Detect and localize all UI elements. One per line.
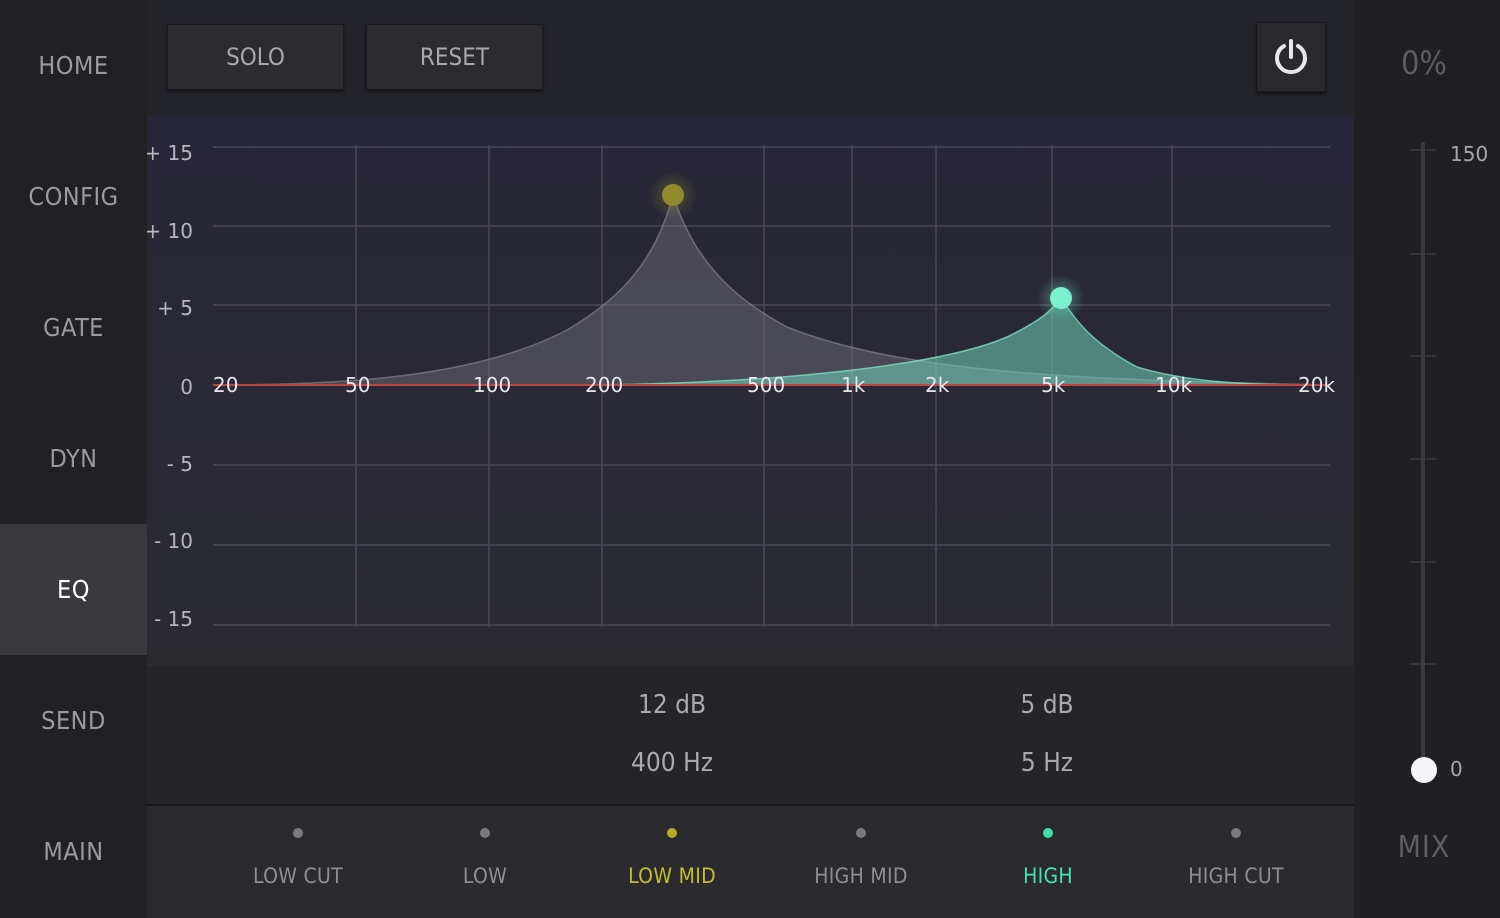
power-button[interactable] [1256,22,1326,92]
mix-slider-handle[interactable] [1411,757,1437,783]
x-label: 10k [1155,373,1192,397]
nav-item-config[interactable]: CONFIG [0,131,147,262]
band-label: HIGH MID [814,864,908,888]
band-label: HIGH [1023,864,1073,888]
nav-item-send[interactable]: SEND [0,655,147,786]
high-gain[interactable]: 5 dB [947,690,1147,720]
low-mid-frequency[interactable]: 400 Hz [572,748,772,778]
band-indicator-dot [667,828,677,838]
y-label: + 15 [147,141,193,165]
toolbar: SOLO RESET [147,0,1354,115]
mix-label: MIX [1397,830,1451,865]
band-low[interactable]: LOW [405,828,565,888]
x-label: 100 [473,373,511,397]
band-high-cut[interactable]: HIGH CUT [1156,828,1316,888]
x-label: 1k [841,373,866,397]
band-label: LOW MID [628,864,716,888]
solo-button-label: SOLO [226,43,285,71]
nav-item-label: EQ [57,575,90,604]
band-low-cut[interactable]: LOW CUT [218,828,378,888]
band-label: LOW [462,864,508,888]
band-high-mid[interactable]: HIGH MID [781,828,941,888]
x-label: 20 [213,373,238,397]
side-nav: HOME CONFIG GATE DYN EQ SEND MAIN [0,0,147,918]
eq-graph[interactable]: + 15 + 10 + 5 0 - 5 - 10 - 15 20 50 100 … [147,115,1354,666]
x-label: 5k [1041,373,1066,397]
y-label: + 5 [157,296,193,320]
nav-item-main[interactable]: MAIN [0,786,147,917]
y-label: - 5 [167,452,193,476]
power-icon [1275,39,1307,75]
nav-item-dyn[interactable]: DYN [0,393,147,524]
nav-item-eq[interactable]: EQ [0,524,147,655]
nav-item-label: CONFIG [28,182,119,211]
band-readouts: 12 dB 400 Hz 5 dB 5 Hz [147,666,1354,804]
nav-item-gate[interactable]: GATE [0,262,147,393]
x-label: 2k [925,373,950,397]
reset-button-label: RESET [419,43,490,71]
mix-scale-min: 0 [1450,757,1463,781]
band-indicator-dot [1043,828,1053,838]
x-label: 200 [585,373,623,397]
y-axis-labels: + 15 + 10 + 5 0 - 5 - 10 - 15 [147,141,193,631]
mix-panel: 0% 150 0 MIX [1354,0,1500,918]
mix-slider[interactable]: 150 0 [1354,0,1500,918]
band-indicator-dot [293,828,303,838]
band-indicator-dot [856,828,866,838]
x-label: 20k [1298,373,1335,397]
x-label: 50 [345,373,370,397]
band-indicator-dot [480,828,490,838]
band-high[interactable]: HIGH [968,828,1128,888]
high-handle[interactable] [1050,287,1072,309]
band-selector: LOW CUT LOW LOW MID HIGH MID HIGH HIGH C… [147,804,1354,918]
mix-slider-track [1421,142,1425,770]
low-mid-gain[interactable]: 12 dB [572,690,772,720]
nav-item-label: GATE [43,313,104,342]
y-label: 0 [180,375,193,399]
nav-item-home[interactable]: HOME [0,0,147,131]
eq-graph-canvas: + 15 + 10 + 5 0 - 5 - 10 - 15 20 50 100 … [147,141,1335,631]
y-label: + 10 [147,219,193,243]
x-label: 500 [747,373,785,397]
solo-button[interactable]: SOLO [167,24,344,90]
nav-item-label: SEND [41,706,106,735]
y-label: - 15 [154,607,193,631]
band-indicator-dot [1231,828,1241,838]
low-mid-handle[interactable] [662,184,684,206]
band-low-mid[interactable]: LOW MID [592,828,752,888]
low-mid-curve [212,192,1331,386]
nav-item-label: HOME [38,51,109,80]
nav-item-label: DYN [49,444,98,473]
mix-scale-max: 150 [1450,142,1488,166]
band-label: LOW CUT [253,864,343,888]
high-frequency[interactable]: 5 Hz [947,748,1147,778]
band-label: HIGH CUT [1188,864,1284,888]
y-label: - 10 [154,529,193,553]
nav-item-label: MAIN [43,837,104,866]
reset-button[interactable]: RESET [366,24,543,90]
